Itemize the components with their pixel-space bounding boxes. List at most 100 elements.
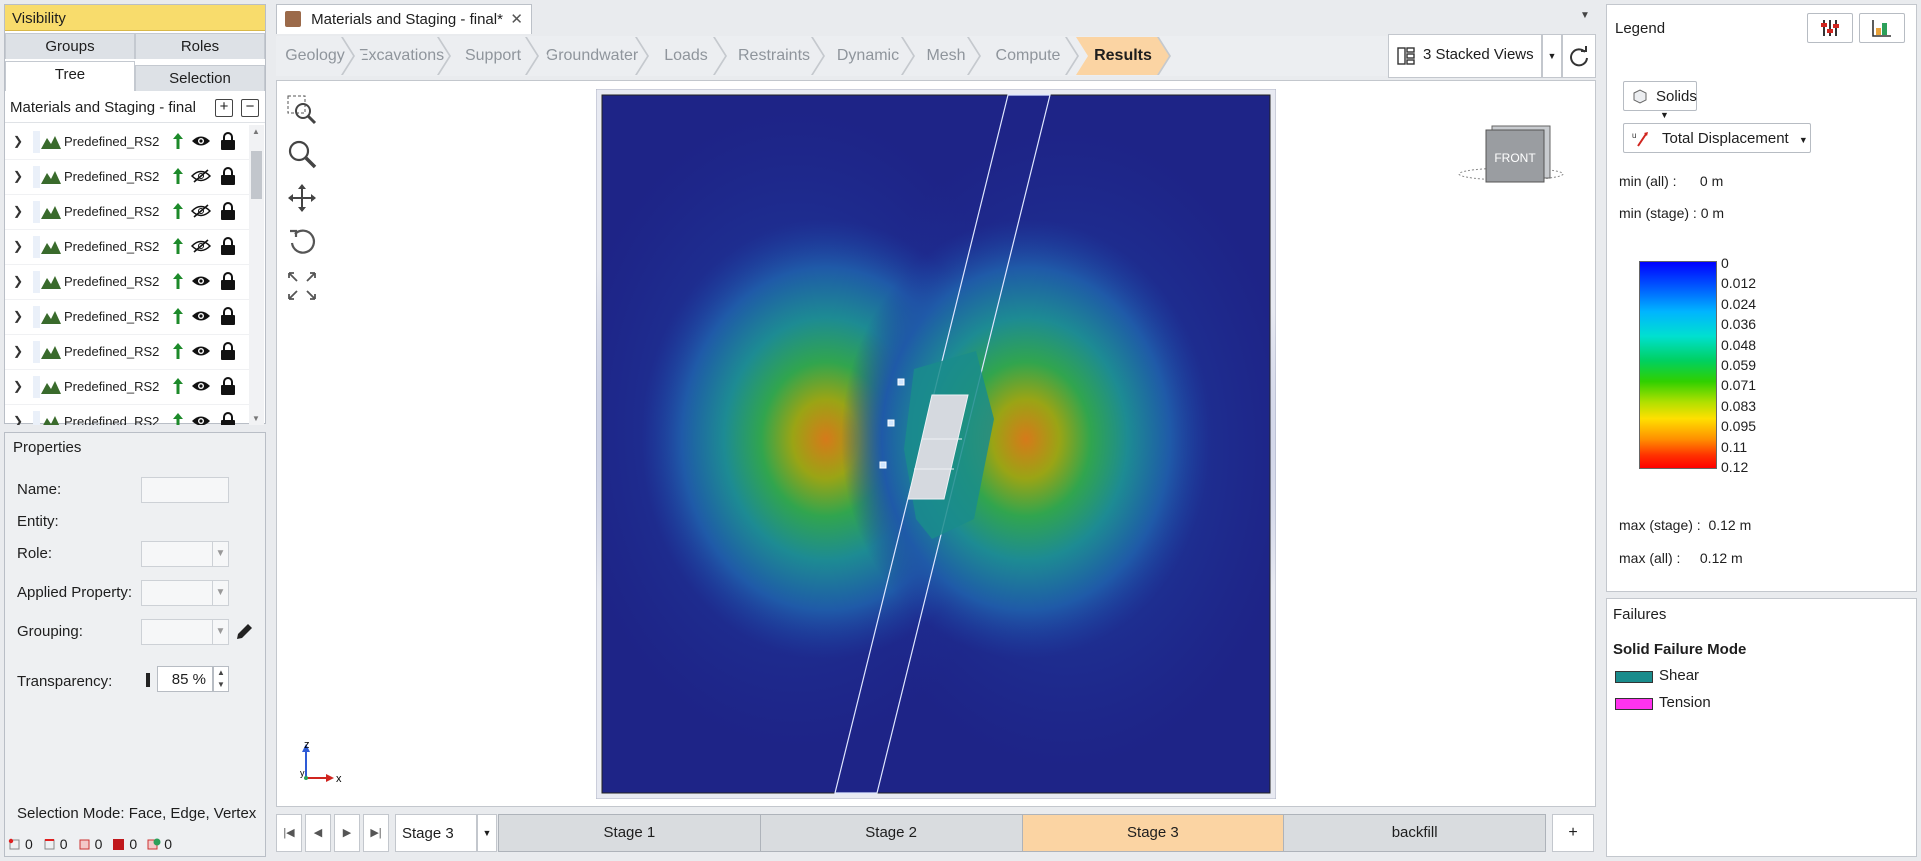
tree-row[interactable]: ❯ Predefined_RS2: [5, 300, 249, 335]
workflow-tab-geology[interactable]: Geology: [276, 37, 354, 75]
transparency-input[interactable]: 85 %: [157, 666, 213, 692]
up-arrow-icon[interactable]: [173, 343, 183, 359]
tree-row[interactable]: ❯ Predefined_RS2: [5, 230, 249, 265]
zoom-button[interactable]: [284, 132, 320, 176]
scroll-up-icon[interactable]: ▲: [252, 127, 260, 136]
lock-icon[interactable]: [220, 202, 236, 220]
tree-row[interactable]: ❯ Predefined_RS2: [5, 405, 249, 425]
view-mode-button[interactable]: 3 Stacked Views: [1388, 34, 1542, 78]
stage-chevron-down-icon[interactable]: ▼: [477, 814, 497, 852]
lock-icon[interactable]: [220, 272, 236, 290]
refresh-button[interactable]: [1562, 34, 1596, 78]
tree-row[interactable]: ❯ Predefined_RS2: [5, 265, 249, 300]
up-arrow-icon[interactable]: [173, 413, 183, 425]
add-stage-button[interactable]: +: [1552, 814, 1594, 852]
lock-icon[interactable]: [220, 342, 236, 360]
stage-select[interactable]: Stage 3: [395, 814, 477, 852]
lock-icon[interactable]: [220, 412, 236, 425]
applied-property-select[interactable]: ▼: [141, 580, 229, 606]
eye-icon[interactable]: [191, 414, 211, 425]
zoom-extents-button[interactable]: [284, 264, 320, 308]
status-solid-count[interactable]: 0: [112, 836, 137, 852]
next-stage-button[interactable]: ▶: [334, 814, 360, 852]
lock-icon[interactable]: [220, 167, 236, 185]
workflow-tab-support[interactable]: Support: [448, 37, 538, 75]
chevron-right-icon[interactable]: ❯: [13, 414, 23, 425]
lock-icon[interactable]: [220, 132, 236, 150]
name-field[interactable]: [141, 477, 229, 503]
rotate-button[interactable]: [284, 220, 320, 264]
stage-tab[interactable]: Stage 2: [760, 815, 1023, 851]
view-cube[interactable]: FRONT: [1456, 118, 1566, 190]
chevron-right-icon[interactable]: ❯: [13, 274, 23, 288]
up-arrow-icon[interactable]: [173, 378, 183, 394]
eye-hidden-icon[interactable]: [190, 239, 212, 257]
result-type-select[interactable]: u Total Displacement ▼: [1623, 123, 1811, 153]
first-stage-button[interactable]: |◀: [276, 814, 302, 852]
stage-tab[interactable]: Stage 3: [1022, 815, 1285, 851]
up-arrow-icon[interactable]: [173, 203, 183, 219]
tree-row[interactable]: ❯ Predefined_RS2: [5, 160, 249, 195]
pan-button[interactable]: [284, 176, 320, 220]
stage-tab[interactable]: backfill: [1284, 815, 1545, 851]
document-tab[interactable]: Materials and Staging - final* ✕: [276, 4, 532, 34]
solids-select[interactable]: Solids ▼: [1623, 81, 1697, 120]
chevron-right-icon[interactable]: ❯: [13, 239, 23, 253]
legend-chart-button[interactable]: [1859, 13, 1905, 43]
status-vertex-count[interactable]: 0: [8, 836, 33, 852]
chevron-right-icon[interactable]: ❯: [13, 379, 23, 393]
role-select[interactable]: ▼: [141, 541, 229, 567]
tree-row[interactable]: ❯ Predefined_RS2: [5, 370, 249, 405]
status-face-count[interactable]: 0: [78, 836, 102, 852]
chevron-right-icon[interactable]: ❯: [13, 204, 23, 218]
expand-all-icon[interactable]: +: [215, 99, 233, 117]
tab-tree[interactable]: Tree: [5, 61, 135, 91]
tree-row[interactable]: ❯ Predefined_RS2: [5, 125, 249, 160]
tab-groups[interactable]: Groups: [5, 33, 135, 59]
workflow-tab-results[interactable]: Results: [1076, 37, 1170, 75]
up-arrow-icon[interactable]: [173, 133, 183, 149]
eye-icon[interactable]: [191, 274, 211, 292]
up-arrow-icon[interactable]: [173, 238, 183, 254]
tab-list-chevron-icon[interactable]: ▼: [1580, 10, 1590, 21]
eye-hidden-icon[interactable]: [190, 204, 212, 222]
tree-row[interactable]: ❯ Predefined_RS2: [5, 335, 249, 370]
up-arrow-icon[interactable]: [173, 168, 183, 184]
close-icon[interactable]: ✕: [510, 10, 523, 28]
lock-icon[interactable]: [220, 307, 236, 325]
view-mode-chevron-icon[interactable]: ▼: [1542, 34, 1562, 78]
workflow-tab-loads[interactable]: Loads: [646, 37, 726, 75]
workflow-tab-groundwater[interactable]: Groundwater: [536, 37, 648, 75]
grouping-select[interactable]: ▼: [141, 619, 229, 645]
last-stage-button[interactable]: ▶|: [363, 814, 389, 852]
scroll-down-icon[interactable]: ▼: [252, 414, 260, 423]
chevron-right-icon[interactable]: ❯: [13, 309, 23, 323]
workflow-tab-dynamic[interactable]: Dynamic: [822, 37, 914, 75]
eye-hidden-icon[interactable]: [190, 169, 212, 187]
eye-icon[interactable]: [191, 344, 211, 362]
displacement-contour-plot[interactable]: [596, 89, 1276, 799]
pencil-icon[interactable]: [233, 621, 255, 643]
transparency-slider-handle[interactable]: [146, 673, 150, 687]
transparency-stepper[interactable]: ▲ ▼: [213, 666, 229, 692]
chevron-right-icon[interactable]: ❯: [13, 169, 23, 183]
up-arrow-icon[interactable]: [173, 308, 183, 324]
legend-settings-button[interactable]: [1807, 13, 1853, 43]
eye-icon[interactable]: [191, 134, 211, 152]
chevron-right-icon[interactable]: ❯: [13, 344, 23, 358]
prev-stage-button[interactable]: ◀: [305, 814, 331, 852]
chevron-right-icon[interactable]: ❯: [13, 134, 23, 148]
status-edge-count[interactable]: 0: [43, 836, 68, 852]
lock-icon[interactable]: [220, 237, 236, 255]
zoom-window-button[interactable]: [284, 88, 320, 132]
stage-tab[interactable]: Stage 1: [499, 815, 761, 851]
status-group-count[interactable]: 0: [147, 836, 172, 852]
workflow-tab-excavations[interactable]: Excavations: [352, 37, 450, 75]
collapse-all-icon[interactable]: −: [241, 99, 259, 117]
tab-selection[interactable]: Selection: [135, 65, 265, 91]
tree-row[interactable]: ❯ Predefined_RS2: [5, 195, 249, 230]
workflow-tab-compute[interactable]: Compute: [978, 37, 1078, 75]
lock-icon[interactable]: [220, 377, 236, 395]
tab-roles[interactable]: Roles: [135, 33, 265, 59]
workflow-tab-mesh[interactable]: Mesh: [912, 37, 980, 75]
